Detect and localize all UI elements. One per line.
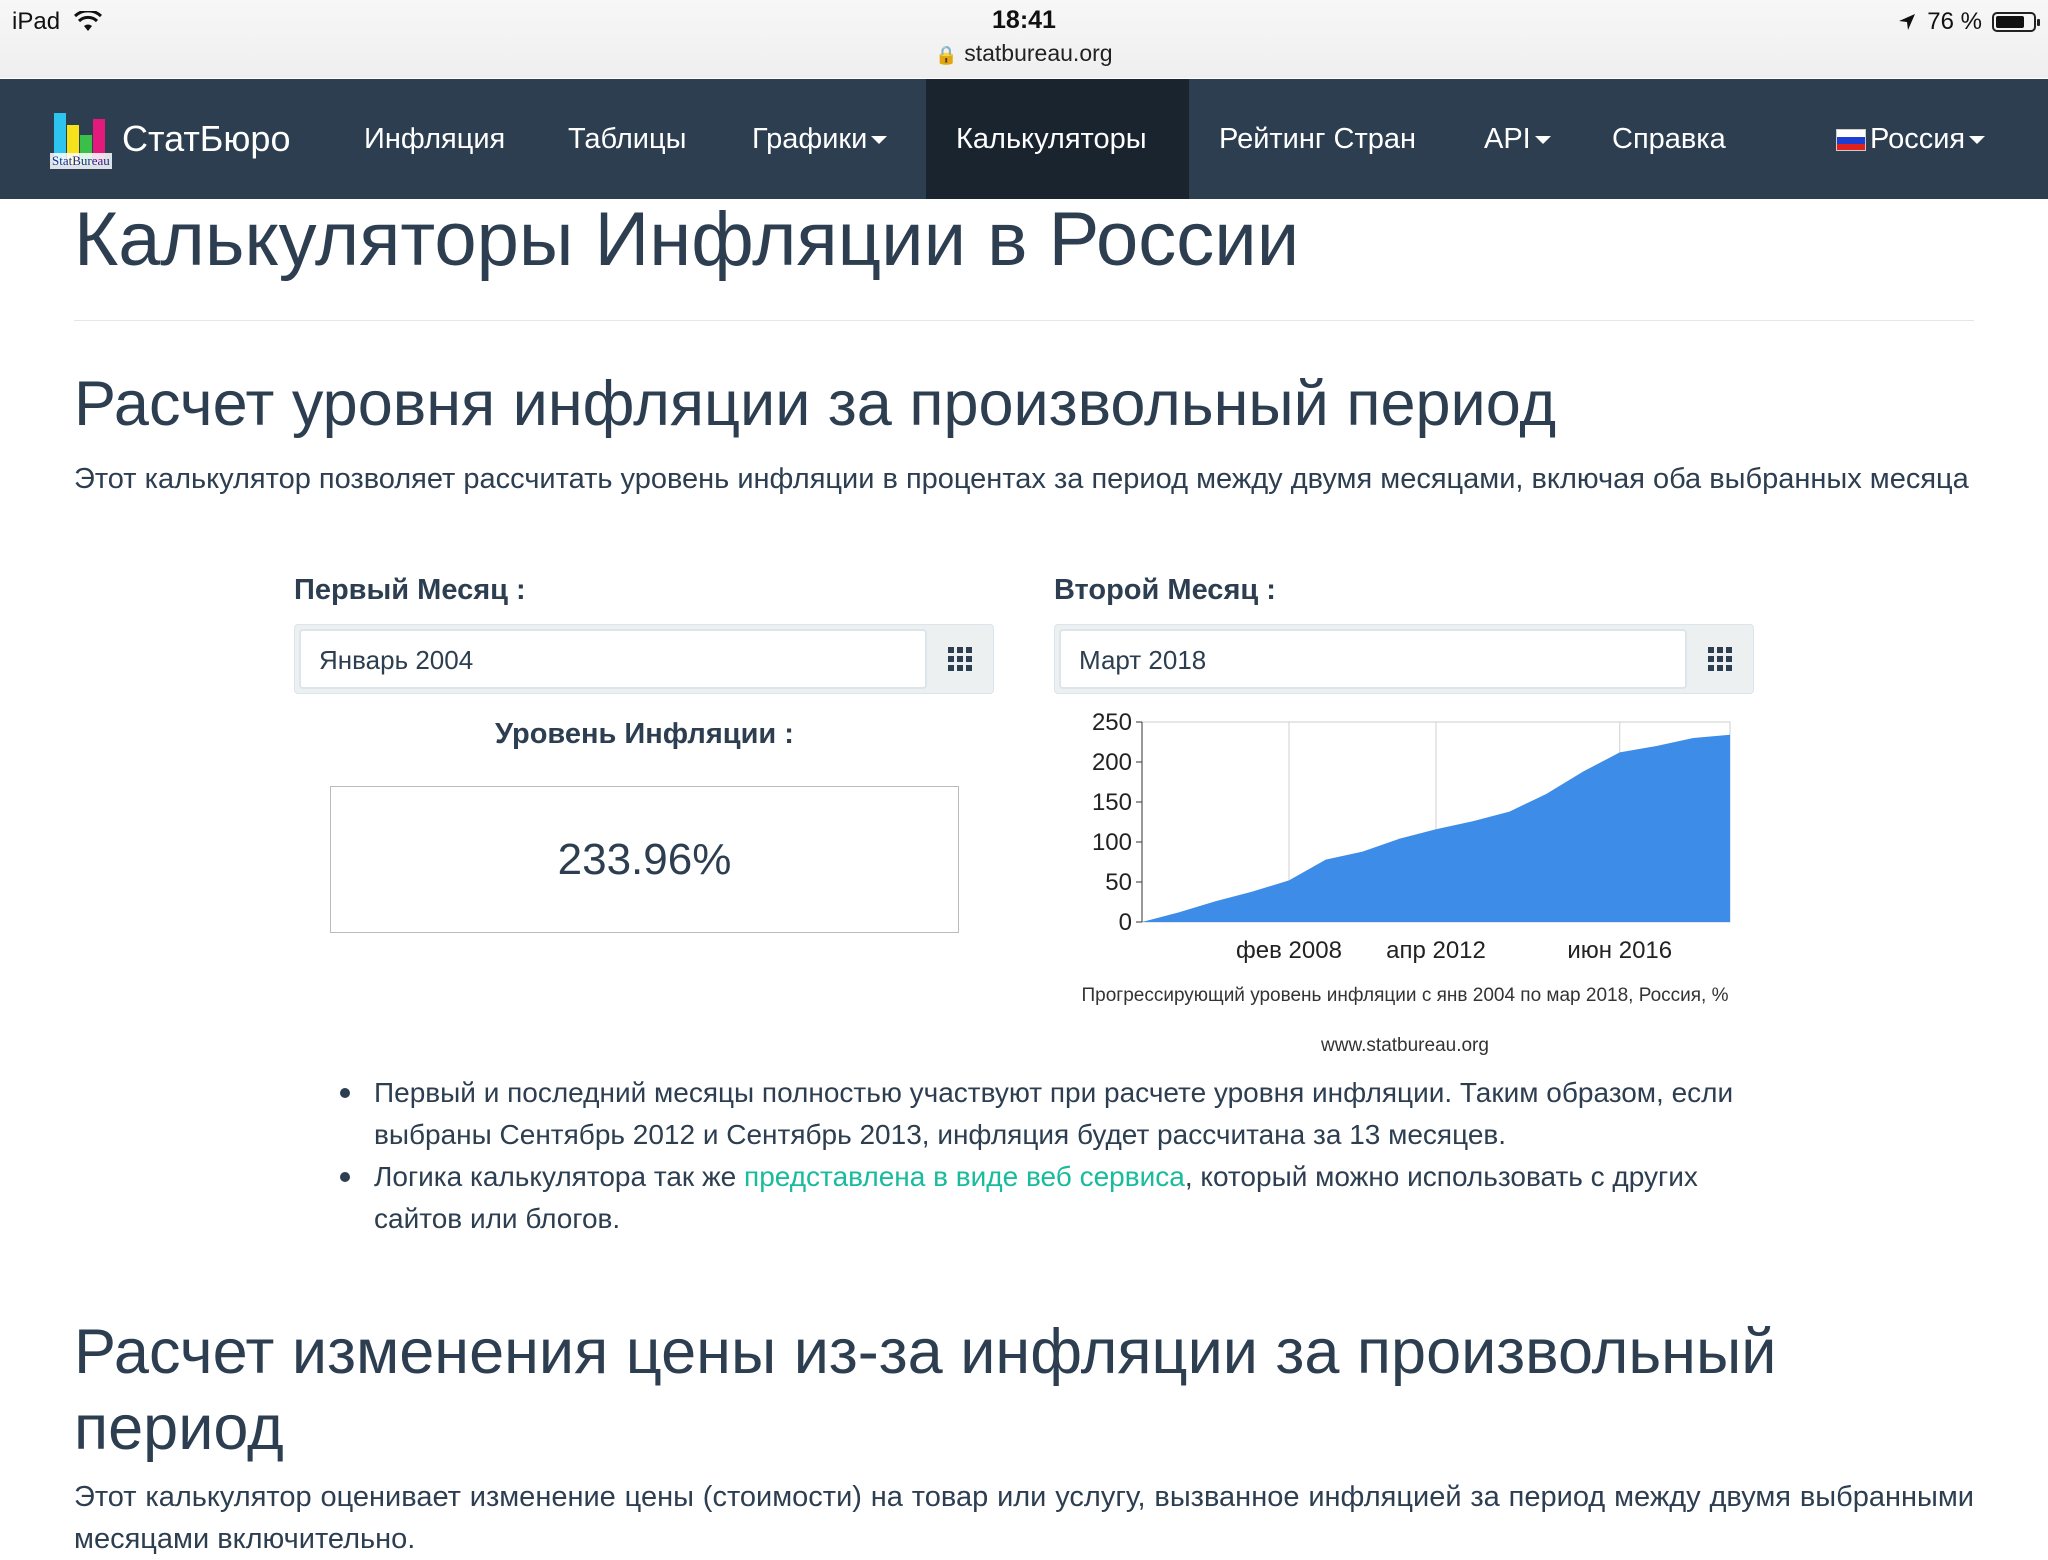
y-tick-label: 150 [1092,789,1132,816]
status-right: 76 % [1897,8,2040,36]
y-tick-label: 200 [1092,749,1132,776]
status-bar: iPad 18:41 🔒 statbureau.org 76 % [0,0,2048,78]
y-tick-label: 250 [1092,709,1132,736]
list-item: Логика калькулятора так же представлена … [340,1156,1780,1240]
grid-icon [948,647,972,671]
grid-icon [1708,647,1732,671]
web-service-link[interactable]: представлена в виде веб сервиса [744,1161,1185,1192]
location-arrow-icon [1899,14,1916,30]
second-month-input[interactable]: Март 2018 [1059,629,1687,689]
x-tick-label: июн 2016 [1567,937,1672,964]
nav-api-dropdown[interactable]: API [1454,79,1581,199]
y-tick-label: 100 [1092,829,1132,856]
nav-country-dropdown[interactable]: Россия [1806,79,2015,199]
page-title: Калькуляторы Инфляции в России [74,197,1300,282]
russia-flag-icon [1836,129,1866,152]
y-tick-label: 50 [1105,869,1132,896]
second-month-calendar-button[interactable] [1687,625,1753,693]
nav-help[interactable]: Справка [1582,79,1756,199]
caret-down-icon [1969,136,1986,145]
nav-label: Рейтинг Стран [1219,123,1417,155]
y-tick-label: 0 [1119,909,1132,936]
first-month-input[interactable]: Январь 2004 [299,629,927,689]
first-month-label: Первый Месяц : [294,574,526,606]
status-time: 18:41 [992,6,1056,34]
nav-label: Инфляция [364,123,506,155]
nav-country-rating[interactable]: Рейтинг Стран [1189,79,1446,199]
inflation-result: 233.96% [330,786,959,933]
first-month-calendar-button[interactable] [927,625,993,693]
x-tick-label: фев 2008 [1236,937,1342,964]
brand-name: СтатБюро [122,118,291,159]
second-month-picker: Март 2018 [1054,624,1754,694]
chart-caption: Прогрессирующий уровень инфляции с янв 2… [1081,985,1729,1006]
section-heading-price-change: Расчет изменения цены из-за инфляции за … [74,1317,1777,1463]
x-tick-label: апр 2012 [1386,937,1486,964]
nav-label: Графики [752,123,868,155]
statbureau-logo: StatBureau [50,113,114,169]
caret-down-icon [871,136,888,145]
inflation-level-label: Уровень Инфляции : [495,718,794,750]
battery-percent: 76 % [1927,8,1982,35]
note-text: Первый и последний месяцы полностью учас… [374,1077,1734,1150]
inflation-chart: 0 50 100 150 200 250 фев 2008 апр 2012 июн 2016 [1092,709,1731,964]
section-heading-inflation-rate: Расчет уровня инфляции за произвольный п… [74,369,1557,439]
note-text: Логика калькулятора так же [374,1161,745,1192]
logo-text: StatBureau [50,153,112,169]
nav-inflation[interactable]: Инфляция [334,79,535,199]
battery-icon [1992,12,2040,32]
caret-down-icon [1534,136,1551,145]
lock-icon: 🔒 [935,45,958,65]
nav-tables[interactable]: Таблицы [538,79,716,199]
second-month-label: Второй Месяц : [1054,574,1276,606]
section2-description: Этот калькулятор оценивает изменение цен… [74,1481,1974,1555]
divider [74,320,1974,321]
first-month-picker: Январь 2004 [294,624,994,694]
list-item: Первый и последний месяцы полностью учас… [340,1072,1780,1156]
nav-label: Таблицы [568,123,687,155]
nav-charts-dropdown[interactable]: Графики [722,79,917,199]
brand-link[interactable]: StatBureau СтатБюро [50,113,291,169]
url-text: statbureau.org [964,40,1113,66]
chart-source: www.statbureau.org [1321,1035,1489,1056]
navbar: StatBureau СтатБюро Инфляция Таблицы Гра… [0,79,2048,199]
nav-label: Калькуляторы [956,123,1147,155]
nav-label: Россия [1870,123,1966,155]
nav-label: API [1484,123,1531,155]
notes-list: Первый и последний месяцы полностью учас… [340,1072,1780,1240]
nav-label: Справка [1612,123,1726,155]
address-bar[interactable]: 🔒 statbureau.org [0,40,2048,67]
section-description: Этот калькулятор позволяет рассчитать ур… [74,463,1969,495]
nav-calculators[interactable]: Калькуляторы [926,79,1189,199]
